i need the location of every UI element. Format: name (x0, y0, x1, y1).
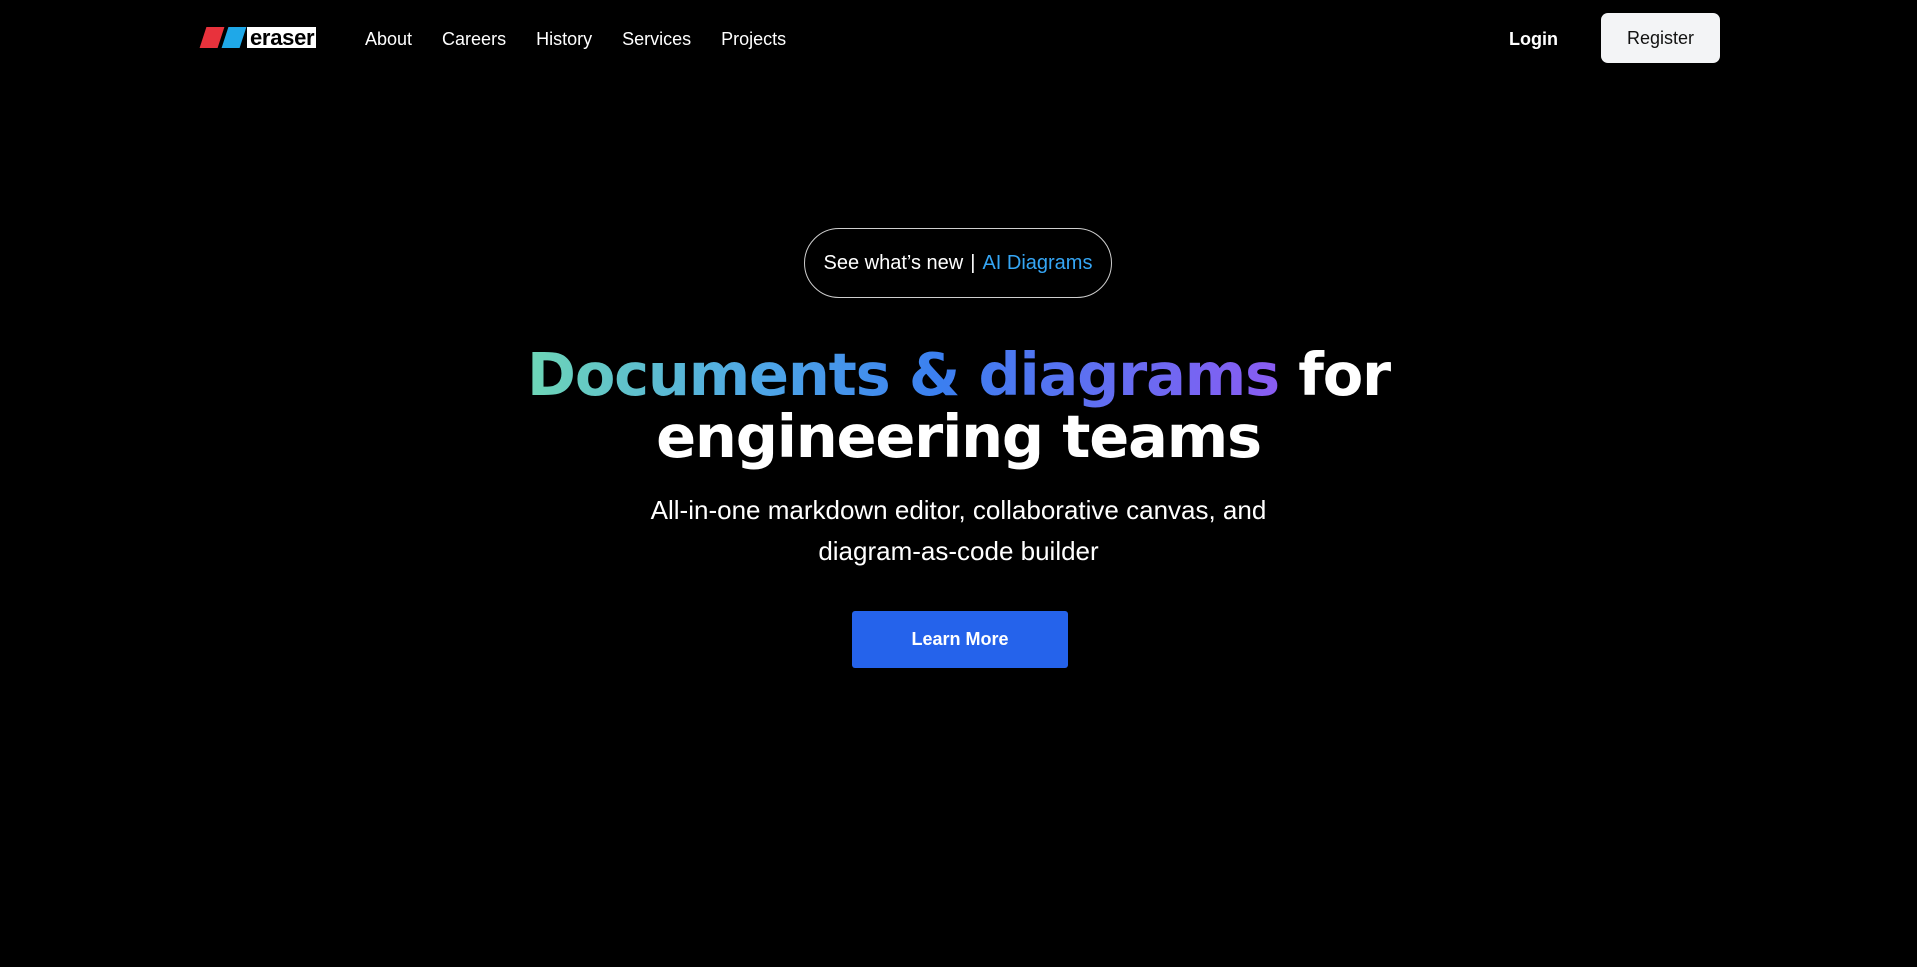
register-button[interactable]: Register (1601, 13, 1720, 63)
headline-line1-rest: for (1278, 340, 1391, 409)
logo-red-stripe (199, 27, 225, 48)
nav-link-about[interactable]: About (365, 26, 412, 52)
logo-wordmark: eraser (247, 27, 317, 49)
announcement-prefix: See what’s new (823, 251, 964, 274)
announcement-pill[interactable]: See what’s new | AI Diagrams (804, 228, 1112, 298)
nav-link-history[interactable]: History (536, 26, 592, 52)
announcement-link[interactable]: AI Diagrams (982, 252, 1092, 275)
logo-blue-stripe (221, 27, 247, 48)
nav-link-services[interactable]: Services (622, 26, 691, 52)
login-link[interactable]: Login (1509, 26, 1558, 52)
eraser-logo-icon (199, 27, 247, 48)
page: eraser About Careers History Services Pr… (0, 0, 1917, 967)
nav-link-projects[interactable]: Projects (721, 26, 786, 52)
nav-link-careers[interactable]: Careers (442, 26, 506, 52)
logo[interactable]: eraser (199, 27, 325, 49)
subtitle-line2: diagram-as-code builder (818, 536, 1099, 566)
nav-links: About Careers History Services Projects (365, 26, 786, 52)
headline-line2: engineering teams (656, 402, 1262, 471)
learn-more-button[interactable]: Learn More (852, 611, 1068, 668)
top-navigation: eraser About Careers History Services Pr… (0, 0, 1917, 76)
announcement-separator: | (970, 251, 976, 274)
hero-subtitle: All-in-one markdown editor, collaborativ… (0, 490, 1917, 572)
subtitle-line1: All-in-one markdown editor, collaborativ… (650, 495, 1267, 525)
hero-headline: Documents & diagrams for engineering tea… (0, 344, 1917, 468)
headline-gradient-text: Documents & diagrams (527, 340, 1280, 409)
